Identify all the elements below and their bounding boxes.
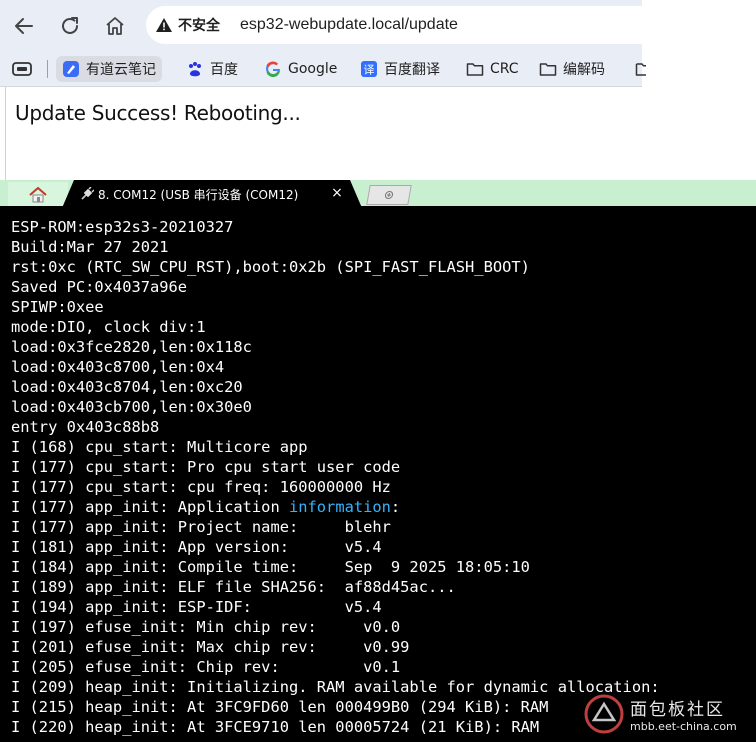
console-line: load:0x403cb700,len:0x30e0 xyxy=(11,398,252,416)
console-line: I (201) efuse_init: Max chip rev: v0.99 xyxy=(11,638,410,656)
console-line: I (181) app_init: App version: v5.4 xyxy=(11,538,382,556)
watermark-logo-icon xyxy=(584,694,624,734)
folder-icon xyxy=(631,60,649,78)
svg-text:译: 译 xyxy=(364,64,375,77)
tab-strip-icon xyxy=(12,62,32,76)
console-line: load:0x403c8700,len:0x4 xyxy=(11,358,225,376)
close-tab-icon[interactable]: × xyxy=(330,186,344,200)
serial-plug-icon xyxy=(80,187,94,201)
update-status-message: Update Success! Rebooting... xyxy=(15,101,301,125)
terminal-tab-bar: 8. COM12 (USB 串行设备 (COM12) × xyxy=(0,180,756,208)
terminal-tab-com12[interactable]: 8. COM12 (USB 串行设备 (COM12) × xyxy=(62,180,362,208)
console-line-application-info: I (177) app_init: Application informatio… xyxy=(11,497,751,517)
bookmark-label: Google xyxy=(288,61,338,77)
browser-toolbar: 不安全 esp32-webupdate.local/update xyxy=(0,0,646,52)
bookmark-label: 百度翻译 xyxy=(384,62,440,78)
home-button[interactable] xyxy=(101,12,129,40)
not-secure-warning-icon[interactable] xyxy=(154,15,174,35)
serial-terminal: 8. COM12 (USB 串行设备 (COM12) × ESP-ROM:esp… xyxy=(0,180,756,742)
console-text: I (177) app_init: Application xyxy=(11,498,289,516)
new-terminal-tab-button[interactable] xyxy=(366,185,412,205)
watermark-url: mbb.eet-china.com xyxy=(630,720,737,733)
bookmark-youdao-note[interactable]: 有道云笔记 xyxy=(56,56,162,82)
console-line: I (177) app_init: Project name: blehr xyxy=(11,518,391,536)
bookmark-google[interactable]: Google xyxy=(258,56,343,82)
bookmark-label: 百度 xyxy=(210,62,238,78)
page-content: Update Success! Rebooting... xyxy=(0,87,642,180)
console-line: load:0x403c8704,len:0xc20 xyxy=(11,378,243,396)
bookmark-folder-crc[interactable]: CRC xyxy=(460,56,525,82)
console-line: I (168) cpu_start: Multicore app xyxy=(11,438,308,456)
bookmark-label: 有道云笔记 xyxy=(86,62,156,78)
console-text: : xyxy=(390,498,401,516)
home-icon xyxy=(106,17,124,35)
console-line: Saved PC:0x4037a96e xyxy=(11,278,188,296)
home-icon xyxy=(29,187,47,203)
not-secure-label[interactable]: 不安全 xyxy=(178,15,220,35)
tab-underline xyxy=(0,206,756,208)
google-g-icon xyxy=(264,60,282,78)
console-output[interactable]: ESP-ROM:esp32s3-20210327 Build:Mar 27 202… xyxy=(11,217,751,737)
baidu-translate-icon: 译 xyxy=(360,60,378,78)
browser-window: 不安全 esp32-webupdate.local/update 有道云笔记 百… xyxy=(0,0,646,180)
tab-search-button[interactable] xyxy=(8,55,36,83)
back-button[interactable] xyxy=(10,12,38,40)
watermark: 面包板社区 mbb.eet-china.com xyxy=(584,690,754,738)
bookmark-baidu-translate[interactable]: 译 百度翻译 xyxy=(354,56,446,82)
console-line: I (184) app_init: Compile time: Sep 9 20… xyxy=(11,558,530,576)
reload-icon xyxy=(62,17,78,34)
console-line: I (177) cpu_start: Pro cpu start user co… xyxy=(11,458,401,476)
bookmark-folder-codec[interactable]: 编解码 xyxy=(533,56,611,82)
bookmark-baidu[interactable]: 百度 xyxy=(180,56,244,82)
terminal-home-tab[interactable] xyxy=(8,182,68,208)
page-left-border xyxy=(5,87,6,180)
console-line: SPIWP:0xee xyxy=(11,298,104,316)
plus-icon xyxy=(384,191,394,199)
console-line: I (194) app_init: ESP-IDF: v5.4 xyxy=(11,598,382,616)
console-line: I (205) efuse_init: Chip rev: v0.1 xyxy=(11,658,401,676)
folder-icon xyxy=(466,60,484,78)
console-line: entry 0x403c88b8 xyxy=(11,418,160,436)
console-line: I (177) cpu_start: cpu freq: 160000000 H… xyxy=(11,478,391,496)
bookmark-label: 编解码 xyxy=(563,62,605,78)
folder-icon xyxy=(539,60,557,78)
reload-button[interactable] xyxy=(56,12,84,40)
bookmark-label: CRC xyxy=(490,61,519,77)
back-arrow-icon xyxy=(15,18,33,34)
highlighted-word: information xyxy=(288,498,391,516)
url-text[interactable]: esp32-webupdate.local/update xyxy=(240,16,458,34)
console-line: mode:DIO, clock div:1 xyxy=(11,318,206,336)
console-line: I (189) app_init: ELF file SHA256: af88d… xyxy=(11,578,456,596)
baidu-paw-icon xyxy=(186,60,204,78)
bookmarks-bar: 有道云笔记 百度 Google 译 百度翻译 CRC 编解码 xyxy=(0,52,646,87)
console-line: ESP-ROM:esp32s3-20210327 xyxy=(11,218,234,236)
bookmarks-separator xyxy=(47,60,48,78)
bookmark-folder-overflow[interactable] xyxy=(625,56,655,82)
console-line: I (197) efuse_init: Min chip rev: v0.0 xyxy=(11,618,401,636)
terminal-tab-title: 8. COM12 (USB 串行设备 (COM12) xyxy=(98,187,299,202)
console-line: rst:0xc (RTC_SW_CPU_RST),boot:0x2b (SPI_… xyxy=(11,258,530,276)
console-line: load:0x3fce2820,len:0x118c xyxy=(11,338,252,356)
console-line: Build:Mar 27 2021 xyxy=(11,238,169,256)
youdao-note-icon xyxy=(62,60,80,78)
address-bar[interactable]: 不安全 esp32-webupdate.local/update xyxy=(146,6,646,44)
watermark-text: 面包板社区 xyxy=(630,700,725,720)
